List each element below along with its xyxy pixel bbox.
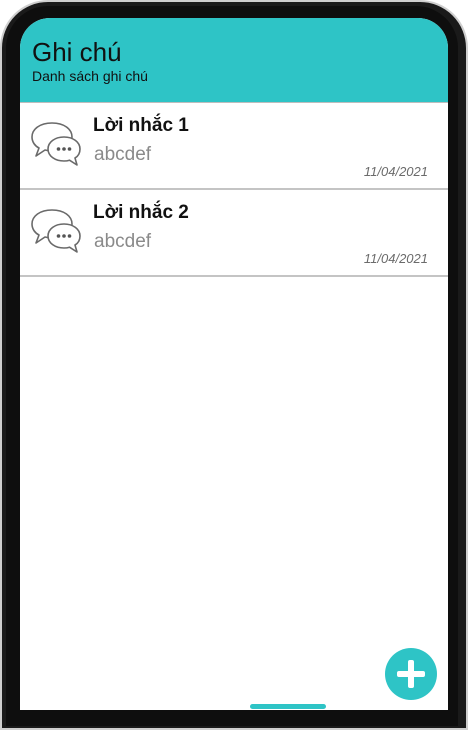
page-title: Ghi chú — [32, 37, 122, 67]
plus-icon — [397, 660, 425, 688]
note-date: 11/04/2021 — [363, 251, 428, 266]
note-date: 11/04/2021 — [363, 164, 428, 179]
note-title: Lời nhắc 1 — [93, 115, 189, 136]
note-body: abcdef — [94, 231, 152, 252]
page-subtitle: Danh sách ghi chú — [32, 68, 148, 84]
note-body: abcdef — [94, 144, 152, 165]
chat-bubbles-icon — [31, 209, 81, 253]
home-indicator[interactable] — [250, 704, 326, 709]
note-title: Lời nhắc 2 — [93, 202, 189, 223]
note-list: Lời nhắc 1 abcdef 11/04/2021 Lời nhắc 2 … — [20, 102, 448, 277]
chat-bubbles-icon — [31, 122, 81, 166]
app-header: Ghi chú Danh sách ghi chú — [20, 18, 448, 102]
app-screen: Ghi chú Danh sách ghi chú Lời nhắc 1 abc… — [20, 18, 448, 710]
note-item-2[interactable]: Lời nhắc 2 abcdef 11/04/2021 — [20, 190, 448, 277]
add-note-button[interactable] — [385, 648, 437, 700]
note-item-1[interactable]: Lời nhắc 1 abcdef 11/04/2021 — [20, 103, 448, 190]
